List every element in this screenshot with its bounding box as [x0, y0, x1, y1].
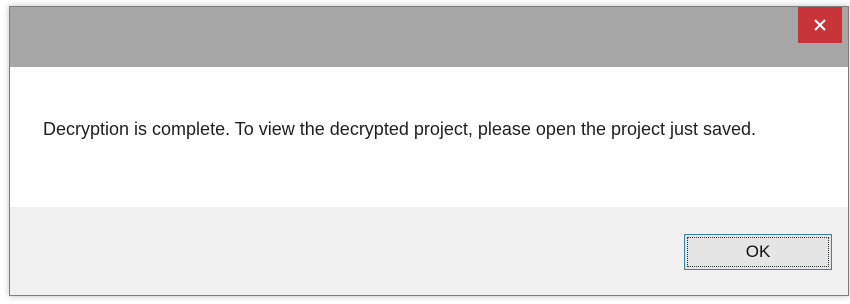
message-dialog: Decryption is complete. To view the decr…	[9, 6, 849, 296]
close-icon	[814, 19, 826, 31]
ok-button-label: OK	[687, 237, 829, 267]
close-button[interactable]	[798, 7, 842, 43]
dialog-content: Decryption is complete. To view the decr…	[10, 67, 848, 207]
dialog-message: Decryption is complete. To view the decr…	[43, 119, 757, 139]
ok-button[interactable]: OK	[684, 234, 832, 270]
dialog-footer: OK	[10, 207, 848, 295]
title-bar[interactable]	[10, 7, 848, 67]
